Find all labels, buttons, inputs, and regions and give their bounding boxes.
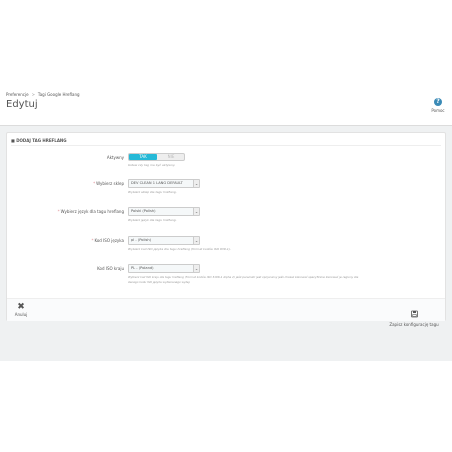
chevron-down-icon: ⌄: [193, 180, 199, 187]
iso-country-label: Kod ISO kraju: [97, 266, 124, 271]
page-title: Edytuj: [6, 99, 38, 110]
language-select[interactable]: Polski (Polish) ⌄: [128, 207, 200, 216]
iso-country-help-line2: danego kodu ISO języka wybieranego wyżej…: [128, 280, 191, 284]
help-label: Pomoc: [431, 108, 445, 113]
chevron-down-icon: ⌄: [193, 237, 199, 244]
shop-help: Wybierz sklep dla tagu hreflang.: [128, 190, 177, 194]
save-icon: [410, 310, 418, 318]
save-button[interactable]: Zapisz konfigurację tagu: [387, 303, 441, 327]
active-switch[interactable]: TAK NIE: [128, 153, 185, 161]
close-icon: ✖: [17, 302, 25, 312]
iso-language-select-value: pl - (Polish): [131, 238, 152, 242]
cancel-label: Anuluj: [14, 312, 28, 317]
panel-heading-text: DODAJ TAG HREFLANG: [16, 138, 67, 143]
active-switch-no[interactable]: NIE: [157, 154, 185, 160]
shop-select[interactable]: DEV CLEAN 1 LANG DEFAULT ⌄: [128, 179, 200, 188]
active-label: Aktywny: [106, 155, 124, 160]
shop-label: *Wybierz sklep: [93, 181, 124, 186]
panel-footer: ✖ Anuluj Zapisz konfigurację tagu: [7, 298, 445, 327]
panel-heading: ■ DODAJ TAG HREFLANG: [11, 138, 67, 143]
chevron-down-icon: ⌄: [193, 265, 199, 272]
language-select-value: Polski (Polish): [131, 209, 156, 213]
iso-country-select-value: PL - (Poland): [131, 266, 154, 270]
breadcrumb: Preferencje > Tagi Google Hreflang: [6, 92, 80, 97]
required-mark: *: [93, 181, 96, 186]
active-help: Ustaw czy tag ma być aktywny.: [128, 163, 176, 167]
iso-language-label: *Kod ISO języka: [91, 238, 124, 243]
save-label: Zapisz konfigurację tagu: [389, 322, 439, 327]
iso-language-help: Wybierz kod ISO języka dla tagu hreflang…: [128, 247, 231, 251]
shop-select-value: DEV CLEAN 1 LANG DEFAULT: [131, 181, 183, 185]
language-label: *Wybierz język dla tagu hreflang: [57, 209, 124, 214]
breadcrumb-separator: >: [31, 92, 35, 97]
hreflang-form-panel: ■ DODAJ TAG HREFLANG Aktywny TAK NIE Ust…: [6, 132, 446, 327]
help-circle-icon: ?: [434, 98, 442, 106]
iso-language-select[interactable]: pl - (Polish) ⌄: [128, 236, 200, 245]
required-mark: *: [57, 209, 60, 214]
iso-country-select[interactable]: PL - (Poland) ⌄: [128, 264, 200, 273]
breadcrumb-item-hreflang-tags[interactable]: Tagi Google Hreflang: [38, 92, 80, 97]
page-header: Preferencje > Tagi Google Hreflang Edytuj …: [0, 84, 452, 126]
divider: [11, 145, 441, 146]
help-button[interactable]: ? Pomoc: [428, 98, 448, 113]
active-switch-yes[interactable]: TAK: [129, 154, 157, 160]
breadcrumb-item-preferences[interactable]: Preferencje: [6, 92, 29, 97]
chevron-down-icon: ⌄: [193, 208, 199, 215]
tag-icon: ■: [11, 138, 15, 143]
cancel-button[interactable]: ✖ Anuluj: [11, 302, 31, 318]
language-help: Wybierz język dla tagu hreflang.: [128, 218, 177, 222]
